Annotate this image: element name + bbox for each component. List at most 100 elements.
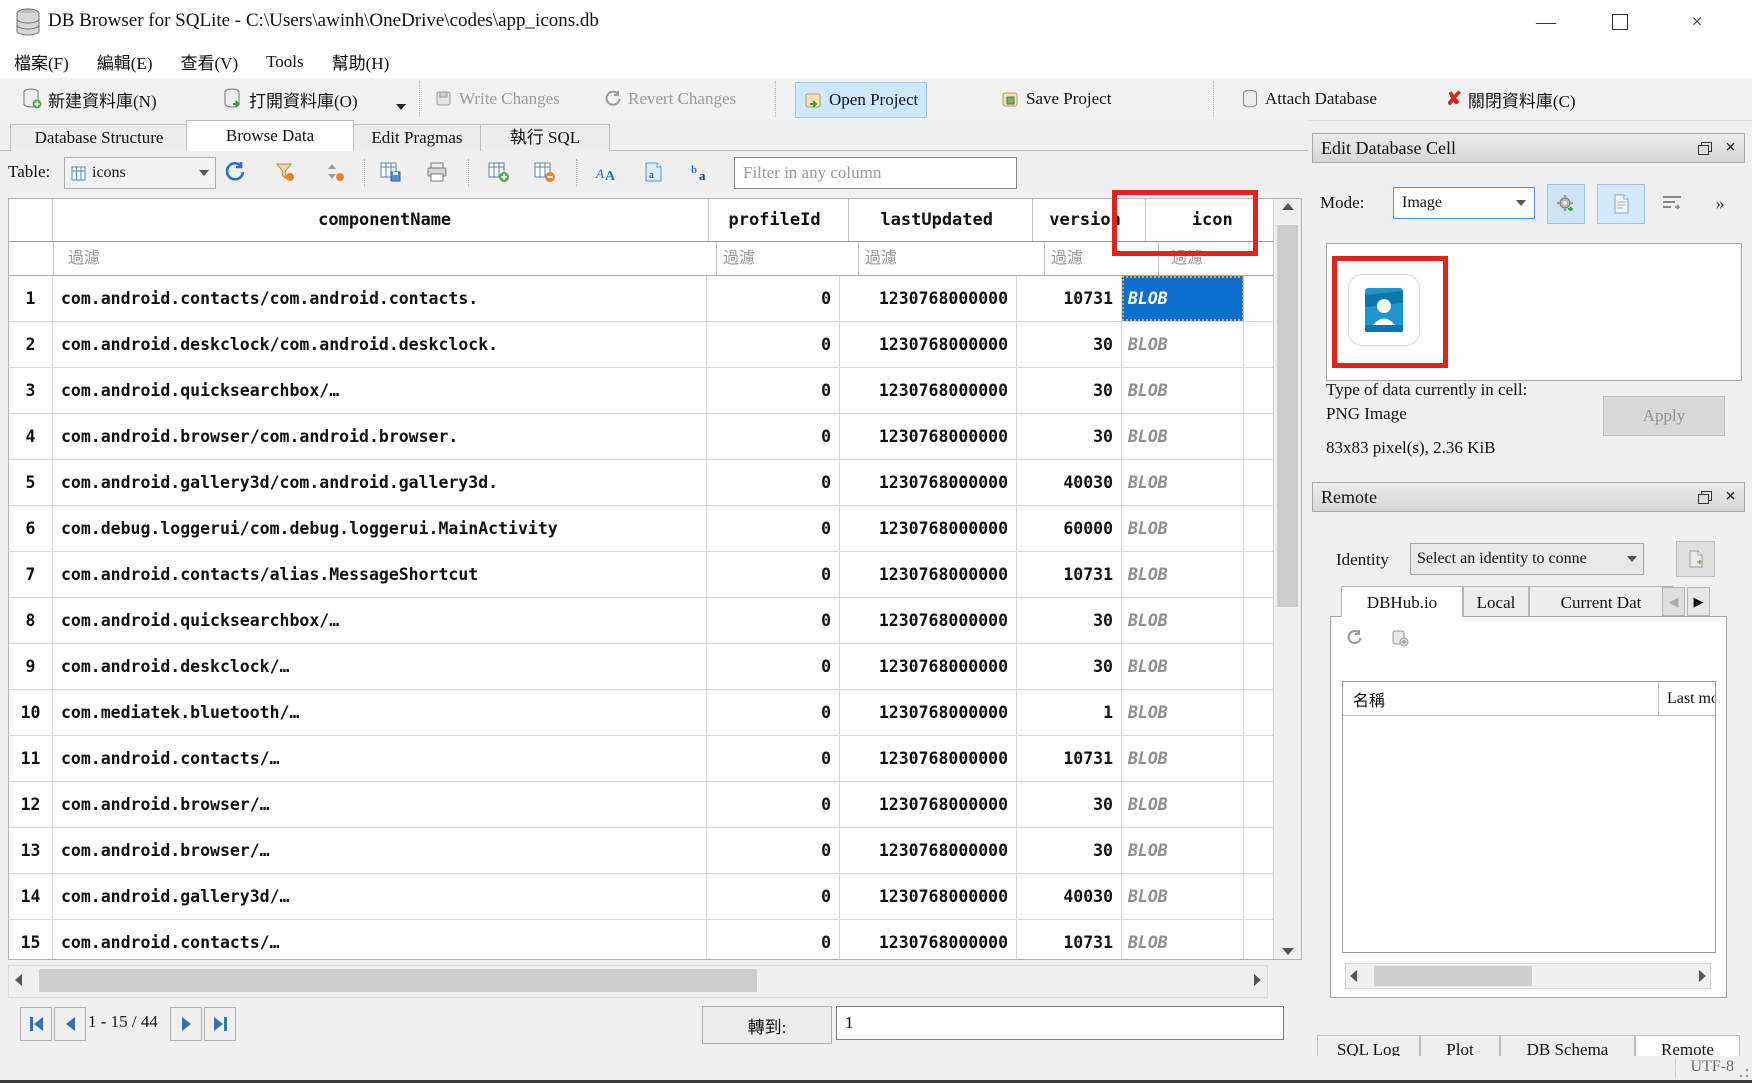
cell-icon-blob[interactable]: BLOB: [1122, 414, 1244, 459]
save-table-button[interactable]: [378, 159, 404, 185]
cell-lastupdated[interactable]: 1230768000000: [840, 506, 1017, 551]
table-row[interactable]: 10 com.mediatek.bluetooth/… 0 1230768000…: [9, 690, 1301, 736]
cell-componentname[interactable]: com.android.contacts/com.android.contact…: [53, 276, 707, 321]
cell-version[interactable]: 30: [1017, 644, 1122, 689]
grid-vscroll-thumb[interactable]: [1277, 225, 1298, 607]
grid-vertical-scrollbar[interactable]: [1273, 199, 1301, 959]
cell-version[interactable]: 60000: [1017, 506, 1122, 551]
goto-record-input[interactable]: [836, 1006, 1284, 1040]
open-database-dropdown-icon[interactable]: [396, 104, 406, 110]
remote-column-name[interactable]: 名稱: [1343, 682, 1659, 715]
filter-input-lastupdated[interactable]: [859, 242, 1036, 275]
table-row[interactable]: 13 com.android.browser/… 0 1230768000000…: [9, 828, 1301, 874]
tab-database-structure[interactable]: Database Structure: [10, 124, 188, 151]
grid-hscroll-thumb[interactable]: [39, 969, 757, 992]
save-project-button[interactable]: Save Project: [993, 82, 1119, 116]
panel-overflow-button[interactable]: »: [1702, 184, 1736, 222]
next-record-button[interactable]: [170, 1007, 202, 1041]
cell-profileid[interactable]: 0: [707, 920, 840, 960]
cell-lastupdated[interactable]: 1230768000000: [840, 552, 1017, 597]
scroll-right-icon[interactable]: [1254, 974, 1261, 986]
cell-componentname[interactable]: com.android.browser/com.android.browser.: [53, 414, 707, 459]
cell-profileid[interactable]: 0: [707, 690, 840, 735]
cell-profileid[interactable]: 0: [707, 368, 840, 413]
cell-version[interactable]: 40030: [1017, 874, 1122, 919]
text-view-button[interactable]: [1597, 184, 1645, 224]
cell-version[interactable]: 30: [1017, 828, 1122, 873]
write-changes-button[interactable]: Write Changes: [427, 82, 568, 116]
cell-lastupdated[interactable]: 1230768000000: [840, 368, 1017, 413]
cell-lastupdated[interactable]: 1230768000000: [840, 598, 1017, 643]
cell-icon-blob[interactable]: BLOB: [1122, 690, 1244, 735]
insert-record-button[interactable]: [486, 159, 512, 185]
cell-profileid[interactable]: 0: [707, 644, 840, 689]
cell-lastupdated[interactable]: 1230768000000: [840, 736, 1017, 781]
cell-profileid[interactable]: 0: [707, 506, 840, 551]
cell-profileid[interactable]: 0: [707, 460, 840, 505]
table-row[interactable]: 8 com.android.quicksearchbox/… 0 1230768…: [9, 598, 1301, 644]
remote-column-last-modified[interactable]: Last mo: [1659, 682, 1715, 715]
sort-button[interactable]: [322, 159, 348, 185]
cell-version[interactable]: 30: [1017, 598, 1122, 643]
table-select[interactable]: icons: [64, 157, 216, 189]
cell-icon-blob[interactable]: BLOB: [1122, 874, 1244, 919]
cell-lastupdated[interactable]: 1230768000000: [840, 322, 1017, 367]
cell-version[interactable]: 10731: [1017, 276, 1122, 321]
table-row[interactable]: 6 com.debug.loggerui/com.debug.loggerui.…: [9, 506, 1301, 552]
word-wrap-button[interactable]: [1657, 184, 1687, 222]
table-row[interactable]: 5 com.android.gallery3d/com.android.gall…: [9, 460, 1301, 506]
table-row[interactable]: 12 com.android.browser/… 0 1230768000000…: [9, 782, 1301, 828]
cell-profileid[interactable]: 0: [707, 552, 840, 597]
cell-profileid[interactable]: 0: [707, 874, 840, 919]
close-button[interactable]: ×: [1666, 0, 1728, 44]
float-panel-icon[interactable]: [1698, 491, 1711, 503]
encoding-indicator[interactable]: UTF-8: [1690, 1058, 1734, 1076]
goto-button[interactable]: 轉到:: [702, 1006, 832, 1044]
cell-version[interactable]: 1: [1017, 690, 1122, 735]
cell-version[interactable]: 10731: [1017, 736, 1122, 781]
tab-browse-data[interactable]: Browse Data: [186, 120, 354, 151]
tab-scroll-right-icon[interactable]: ▶: [1687, 587, 1710, 616]
remote-refresh-button[interactable]: [1345, 629, 1363, 652]
open-project-button[interactable]: Open Project: [795, 82, 927, 118]
cell-icon-blob[interactable]: BLOB: [1122, 782, 1244, 827]
table-row[interactable]: 3 com.android.quicksearchbox/… 0 1230768…: [9, 368, 1301, 414]
scroll-up-icon[interactable]: [1274, 203, 1301, 210]
minimize-button[interactable]: —: [1515, 0, 1577, 44]
menu-file[interactable]: 檔案(F): [0, 49, 83, 74]
last-record-button[interactable]: [204, 1007, 236, 1041]
cell-profileid[interactable]: 0: [707, 276, 840, 321]
maximize-button[interactable]: [1589, 0, 1651, 44]
table-row[interactable]: 4 com.android.browser/com.android.browse…: [9, 414, 1301, 460]
scroll-right-icon[interactable]: [1699, 970, 1706, 982]
open-database-button[interactable]: 打開資料庫(O): [215, 82, 366, 116]
cell-profileid[interactable]: 0: [707, 736, 840, 781]
cell-version[interactable]: 30: [1017, 414, 1122, 459]
filter-input-componentname[interactable]: [62, 242, 716, 275]
cell-icon-blob[interactable]: BLOB: [1122, 460, 1244, 505]
cell-icon-blob[interactable]: BLOB: [1122, 368, 1244, 413]
filter-input-profileid[interactable]: [717, 242, 850, 275]
scroll-left-icon[interactable]: [15, 974, 22, 986]
table-row[interactable]: 1 com.android.contacts/com.android.conta…: [9, 276, 1301, 322]
resize-grip-icon[interactable]: [1739, 1068, 1749, 1078]
cell-version[interactable]: 30: [1017, 782, 1122, 827]
cell-lastupdated[interactable]: 1230768000000: [840, 460, 1017, 505]
cell-icon-blob-selected[interactable]: BLOB: [1122, 276, 1244, 321]
cell-version[interactable]: 10731: [1017, 552, 1122, 597]
menu-edit[interactable]: 編輯(E): [83, 49, 167, 74]
cell-icon-blob[interactable]: BLOB: [1122, 552, 1244, 597]
import-data-button[interactable]: [1547, 184, 1585, 224]
cell-profileid[interactable]: 0: [707, 598, 840, 643]
cell-icon-blob[interactable]: BLOB: [1122, 598, 1244, 643]
print-button[interactable]: [424, 159, 450, 185]
identity-settings-button[interactable]: [1676, 541, 1715, 577]
cell-icon-blob[interactable]: BLOB: [1122, 828, 1244, 873]
global-filter-input[interactable]: [734, 157, 1017, 189]
cell-profileid[interactable]: 0: [707, 414, 840, 459]
menu-view[interactable]: 查看(V): [167, 49, 253, 74]
table-row[interactable]: 2 com.android.deskclock/com.android.desk…: [9, 322, 1301, 368]
cell-version[interactable]: 30: [1017, 322, 1122, 367]
column-header-componentname[interactable]: componentName: [53, 199, 708, 241]
notebook-button[interactable]: a: [640, 159, 666, 185]
